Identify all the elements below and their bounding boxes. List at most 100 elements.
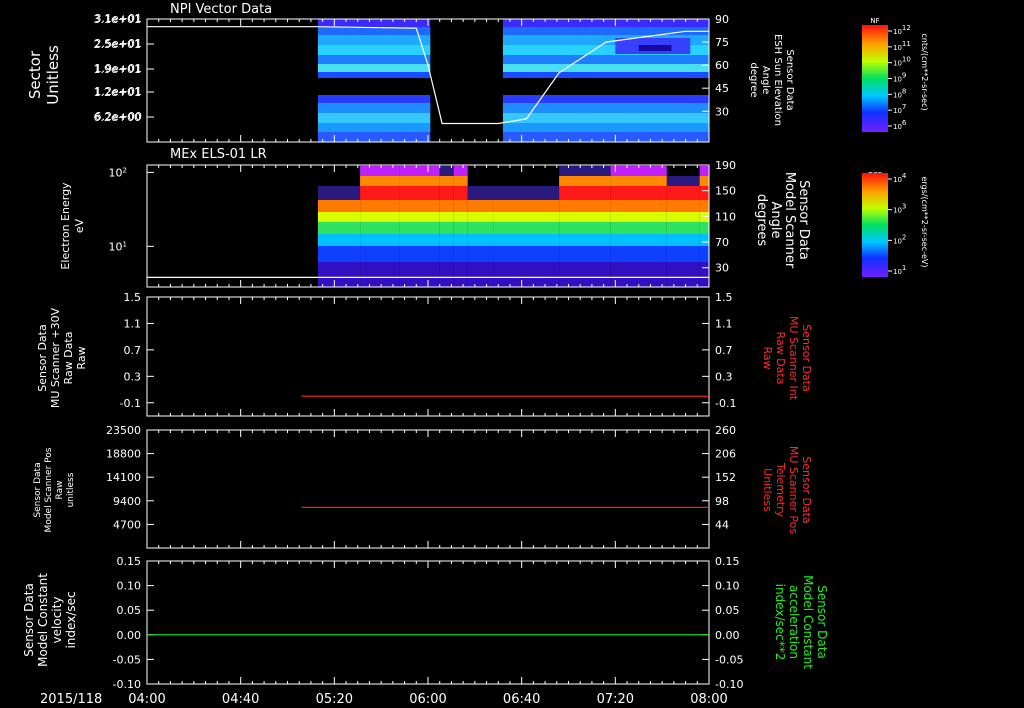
panel1-heat-band-1-1 [502,27,709,35]
panel2-ylabel-1: Electron Energy [59,182,72,270]
panel2-heat-cell-5-7 [467,246,494,262]
panel2-y2label-3: Angle [768,202,783,239]
panel3-y2label-2: MU Scanner Int [787,316,800,401]
panel2-heat-cell-1-5 [360,222,400,234]
panel1-ylabel-1: Sector [26,50,44,99]
panel1-heat-band-1-7 [502,95,709,103]
panel2-heat-cell-9-3 [666,200,700,212]
panel2-heat-cell-3-3 [439,200,454,212]
panel1-ytick-4: 6.2e+00 [94,111,141,124]
panel1-heat-band-1-10 [502,123,709,132]
panel2-heat-cell-4-2 [453,186,468,200]
panel4-frame [146,429,710,549]
panel1-heat-band-1-9 [502,113,709,123]
panel2-y2tick-4: 30 [715,262,729,275]
panel2-heat-cell-9-4 [666,212,700,222]
panel1-ytick-1: 2.5e+01 [94,38,141,51]
panel1-y2label-2: ESH Sun Elevation [772,34,783,126]
panel2-heat-cell-6-8 [493,262,560,287]
panel1-heat-band-1-5 [502,64,709,72]
x-time-label-2: 05:20 [316,692,353,707]
panel2-heat-cell-4-1 [453,176,468,186]
panel1-ytick-2: 1.9e+01 [94,63,141,76]
panel2-y2label-2: Model Scanner [782,172,797,269]
panel2-heat-cell-7-2 [559,186,611,200]
panel1-heat-band-0-9 [317,113,431,123]
panel2-heat-cell-4-7 [453,246,468,262]
panel2-heat-cell-4-5 [453,222,468,234]
panel5-y2tick-5: -0.10 [715,678,743,691]
panel1-y2tick-2: 60 [715,59,729,72]
panel2-heat-cell-2-6 [399,234,440,246]
panel4-y2label-4: Unitless [761,468,774,512]
panel2-heat-cell-10-1 [699,176,709,186]
panel4-ytick-0: 23500 [106,424,141,437]
panel1-y2tick-3: 45 [715,82,729,95]
panel5-y2tick-3: 0.00 [715,629,740,642]
panel4-ylabel-3: Raw [55,481,65,500]
panel2-y2tick-1: 150 [715,185,736,198]
panel1-colorbar-tick-6: 106 [893,119,907,131]
panel1-heat-band-0-7 [317,95,431,103]
panel4-ylabel-4: unitless [66,472,76,507]
panel5-y2label-4: index/sec**2 [773,584,787,661]
panel3-y2tick-1: 1.1 [715,317,733,330]
panel3-y2tick-3: 0.3 [715,370,733,383]
date-label: 2015/118 [40,692,102,707]
panel4-ytick-3: 9400 [113,495,141,508]
panel2-heat-cell-6-5 [493,222,560,234]
panel2-heat-cell-0-2 [317,186,361,200]
panel1-colorbar-label: NF [870,17,879,25]
panel2-heat-cell-0-7 [317,246,361,262]
panel1-ylabel-2: Unitless [44,45,62,105]
panel2-colorbar-tick-2: 102 [893,233,906,245]
panel3-y2tick-0: 1.5 [715,291,733,304]
panel2-colorbar-tick-3: 101 [893,264,906,276]
panel4-y2label-3: Telemetry [774,462,787,518]
panel1-colorbar-tick-3: 109 [893,72,906,84]
panel3-y2label-4: Raw [761,346,774,369]
panel2-heat-cell-8-7 [610,246,667,262]
panel1-title: NPI Vector Data [170,2,272,17]
panel4-y2tick-0: 260 [715,424,736,437]
panel5-ytick-2: 0.05 [117,604,142,617]
panel3-ytick-4: -0.1 [120,397,141,410]
panel2-heat-cell-6-4 [493,212,560,222]
panel2-heat-cell-10-3 [699,200,709,212]
panel2-heat-cell-3-6 [439,234,454,246]
panel2-heat-cell-7-8 [559,262,611,287]
panel2-heat-cell-3-8 [439,262,454,287]
panel1-y2label-4: degree [748,62,759,97]
panel2-y2tick-0: 190 [715,159,736,172]
panel2-ytick-1: 101 [109,240,127,253]
x-time-label-1: 04:40 [222,692,259,707]
panel2-heat-cell-2-1 [399,176,440,186]
panel4-ylabel-2: Model Scanner Pos [44,447,54,532]
panel2-heat-cell-7-3 [559,200,611,212]
panel1-y2label-3: Angle [760,66,771,94]
panel2-heat-cell-6-6 [493,234,560,246]
x-time-label-3: 06:00 [409,692,446,707]
panel3-y2label-3: Raw Data [774,332,787,385]
panel2-heat-cell-6-2 [493,186,560,200]
panel2-heat-cell-2-8 [399,262,440,287]
panel2-heat-cell-10-2 [699,186,709,200]
panel2-title: MEx ELS-01 LR [170,147,267,162]
panel5-ylabel-4: index/sec [64,591,78,648]
panel3-ylabel-4: Raw [75,346,88,369]
panel2-heat-cell-2-2 [399,186,440,200]
panel4-y2label-2: MU Scanner Pos [787,446,800,535]
panel1-colorbar [862,25,888,132]
panel2-heat-cell-5-5 [467,222,494,234]
panel1-y2tick-4: 30 [715,105,729,118]
panel2-heat-cell-4-3 [453,200,468,212]
panel1-heat-band-0-6 [317,72,431,78]
panel2-heat-cell-0-4 [317,212,361,222]
panel2-heat-cell-4-6 [453,234,468,246]
panel1-heat-band-1-6 [502,72,709,78]
panel2-heat-cell-9-5 [666,222,700,234]
panel4-y2tick-1: 206 [715,448,736,461]
panel1-heat-patch-dark [638,45,672,51]
panel1-heat-band-0-4 [317,55,431,64]
panel2-heat-cell-1-4 [360,212,400,222]
